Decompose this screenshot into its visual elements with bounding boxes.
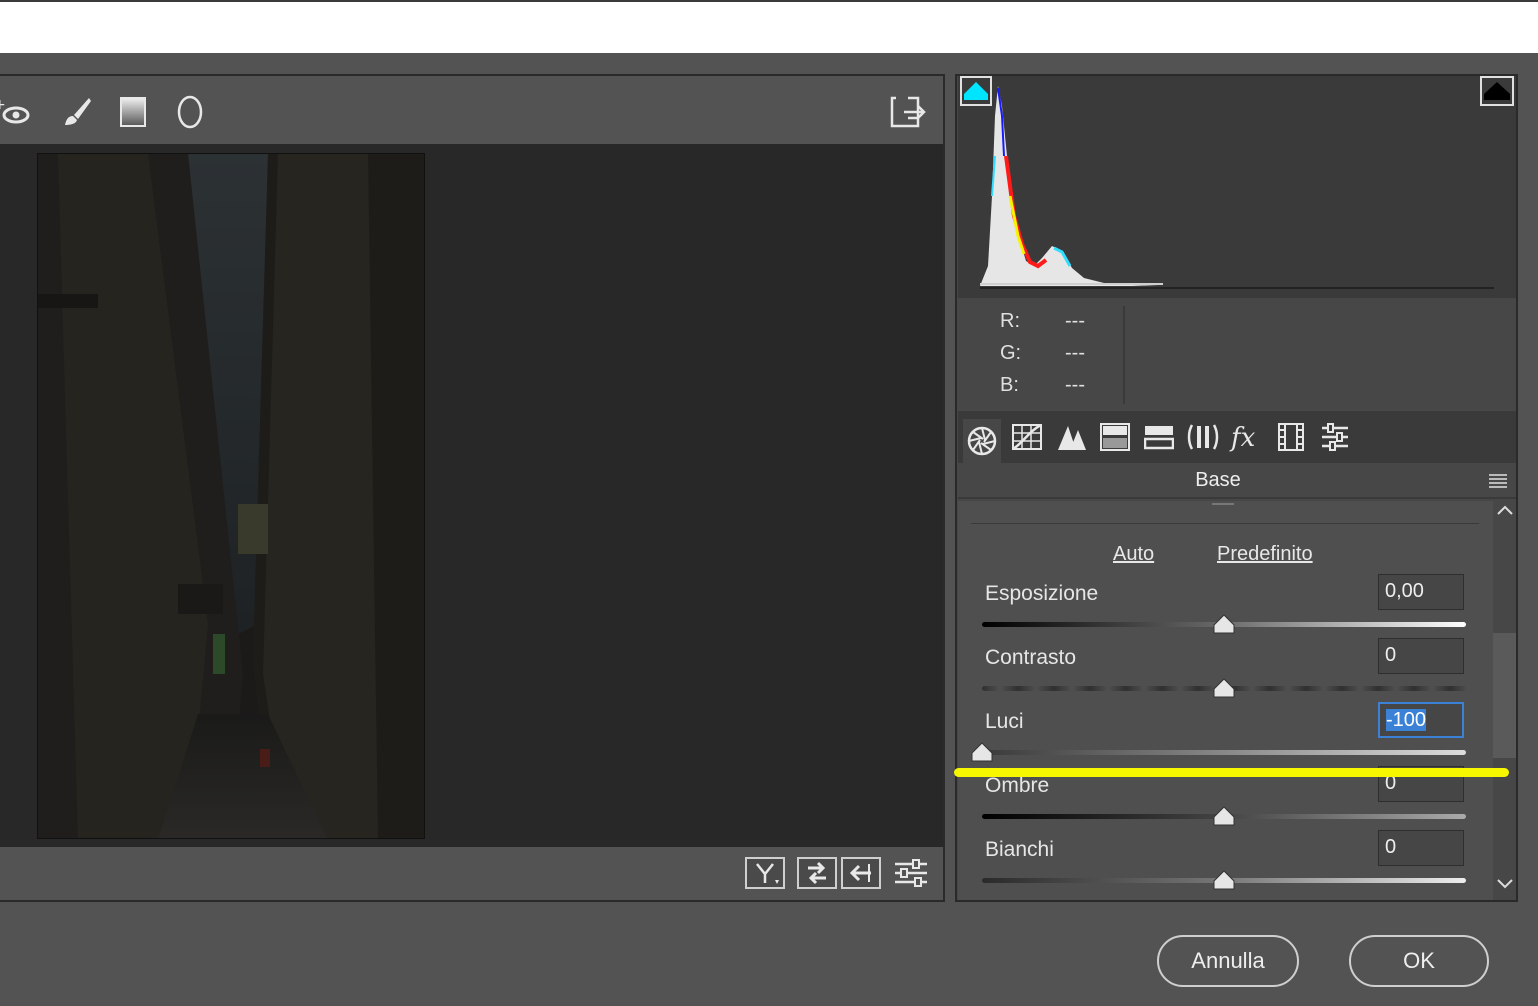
panel-tabs: fx [958,411,1516,463]
g-value: --- [1065,342,1085,364]
collapse-handle [1212,503,1234,505]
detail-tab-icon[interactable] [1053,419,1091,455]
b-label: B: [1000,374,1019,396]
red-eye-icon[interactable]: + [0,94,34,130]
section-title: Base [1195,469,1241,491]
scroll-down-icon[interactable] [1496,877,1514,896]
auto-link[interactable]: Auto [1113,543,1154,566]
slider-contrast: Contrasto 0 [958,638,1493,708]
brush-icon[interactable] [56,94,96,130]
open-preferences-icon[interactable] [888,94,928,130]
copy-settings-icon[interactable] [841,857,881,889]
slider-highlights: Luci -100 [958,702,1493,772]
before-after-view-icon[interactable] [745,857,785,889]
camera-calibration-tab-icon[interactable] [1272,419,1310,455]
split-toning-tab-icon[interactable] [1140,419,1178,455]
contrast-label: Contrasto [985,646,1077,669]
slider-shadows: Ombre 0 [958,766,1493,836]
slider-whites: Bianchi 0 [958,830,1493,900]
slider-exposure: Esposizione 0,00 [958,574,1493,644]
highlight-clipping-warning-icon[interactable] [1480,76,1514,106]
shadow-clipping-warning-icon[interactable] [960,76,992,106]
rgb-readout: R: --- G: --- B: --- [958,298,1516,410]
contrast-input[interactable]: 0 [1378,638,1464,674]
hsl-tab-icon[interactable] [1096,419,1134,455]
g-label: G: [1000,342,1022,364]
ok-button[interactable]: OK [1349,935,1489,987]
r-label: R: [1000,310,1020,332]
basic-tab-icon[interactable] [963,419,1001,463]
graduated-filter-icon[interactable] [113,94,153,130]
preview-image[interactable] [37,153,425,839]
swap-before-after-icon[interactable] [797,857,837,889]
b-value: --- [1065,374,1085,396]
tool-bar: + [0,76,943,144]
highlights-input-value: -100 [1386,709,1427,731]
presets-tab-icon[interactable] [1316,419,1354,455]
tone-curve-tab-icon[interactable] [1008,419,1046,455]
shadows-label: Ombre [985,774,1050,797]
svg-text:fx: fx [1229,423,1256,452]
whites-label: Bianchi [985,838,1054,861]
section-header: Base [958,463,1516,499]
whites-input[interactable]: 0 [1378,830,1464,866]
highlights-track[interactable] [982,750,1466,755]
histogram [958,76,1516,298]
lens-corrections-tab-icon[interactable] [1184,419,1222,455]
default-link[interactable]: Predefinito [1217,543,1313,566]
effects-tab-icon[interactable]: fx [1228,419,1266,455]
divider [971,523,1479,524]
cancel-button[interactable]: Annulla [1157,935,1299,987]
r-value: --- [1065,310,1085,332]
annotation-highlight-line [954,768,1509,777]
exposure-input[interactable]: 0,00 [1378,574,1464,610]
window-title-bar [0,0,1538,53]
highlights-label: Luci [985,710,1024,733]
exposure-label: Esposizione [985,582,1099,605]
panel-menu-icon[interactable] [1488,473,1508,494]
preview-bottom-bar [0,847,943,900]
rgb-divider [1123,306,1125,404]
panel-scrollbar[interactable] [1493,501,1516,900]
scroll-thumb[interactable] [1493,633,1516,758]
basic-controls: Auto Predefinito Esposizione 0,00 Contra… [958,501,1493,900]
radial-filter-icon[interactable] [170,94,210,130]
highlights-input[interactable]: -100 [1378,702,1464,738]
preview-settings-icon[interactable] [891,857,931,889]
scroll-up-icon[interactable] [1496,503,1514,522]
